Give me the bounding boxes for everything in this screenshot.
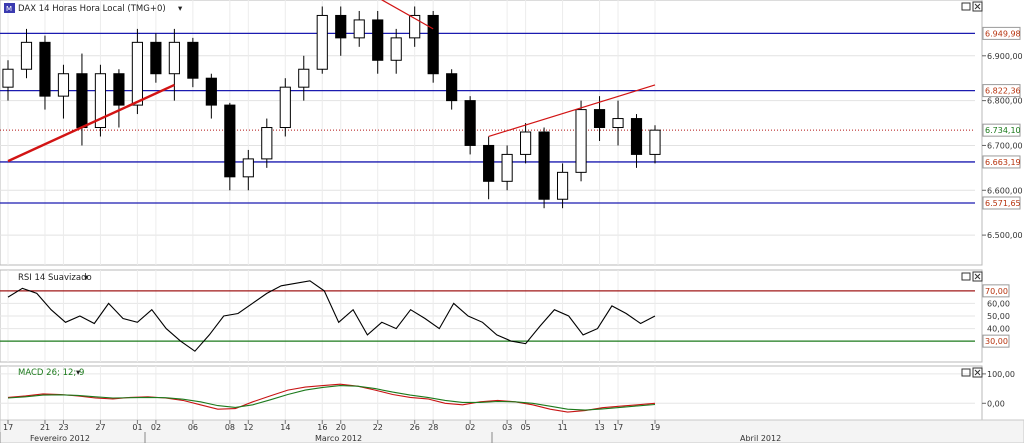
x-tick-label: 02 [465, 423, 475, 432]
x-tick-label: 11 [558, 423, 568, 432]
candle-body [520, 131, 532, 155]
price-tag-label: 6.734,10 [985, 126, 1021, 135]
candle-body [20, 41, 33, 70]
candle-body [372, 19, 384, 61]
candle-body [57, 73, 70, 97]
candle-body [2, 68, 14, 88]
candle-body [298, 68, 310, 88]
x-month-label: Abril 2012 [740, 434, 781, 443]
x-tick-label: 05 [521, 423, 531, 432]
x-tick-label: 17 [3, 423, 13, 432]
candle-body [316, 14, 328, 70]
candle-body [205, 77, 217, 106]
symbol-badge-text: M [6, 5, 12, 13]
y-tick-label: 60,00 [987, 299, 1010, 308]
y-tick-label: 6.700,00 [987, 141, 1023, 150]
x-tick-label: 20 [336, 423, 346, 432]
candle-body [353, 19, 365, 39]
candle-body [593, 109, 606, 129]
x-tick-label: 27 [95, 423, 105, 432]
price-tag-label: 6.571,65 [985, 199, 1021, 208]
rsi-y-axis: 60,00 50,00 40,00 [987, 299, 1010, 333]
macd-title[interactable]: MACD 26; 12; 9 [18, 368, 84, 378]
candle-body [464, 100, 476, 146]
y-tick-label: 6.800,00 [987, 97, 1023, 106]
candle-body [612, 118, 624, 129]
candle-body [187, 41, 199, 79]
rsi-level-tag-label: 30,00 [985, 337, 1008, 346]
candle-body [556, 171, 569, 200]
x-tick-label: 08 [225, 423, 235, 432]
candle-body [501, 153, 513, 182]
y-tick-label: 100,00 [987, 370, 1015, 379]
price-chart-title[interactable]: DAX 14 Horas Hora Local (TMG+0) [18, 4, 166, 14]
macd-panel: 100,00 0,00 MACD 26; 12; 9 ▾ [0, 365, 1015, 421]
y-tick-label: 0,00 [987, 399, 1005, 408]
x-tick-label: 22 [373, 423, 383, 432]
candle-body [630, 118, 643, 155]
candle-body [390, 37, 402, 61]
candle-body [279, 86, 291, 129]
candle-body [649, 129, 661, 155]
candle-body [538, 131, 550, 200]
trading-chart: 6.900,00 6.800,00 6.700,00 6.600,00 6.500,00… [0, 0, 1024, 443]
y-tick-label: 40,00 [987, 325, 1010, 334]
candle-body [335, 14, 347, 39]
x-tick-label: 02 [151, 423, 161, 432]
candle-body [427, 14, 439, 75]
price-tag-label: 6.949,98 [985, 29, 1021, 38]
candle-body [242, 158, 254, 178]
x-tick-label: 19 [650, 423, 660, 432]
x-tick-label: 16 [317, 423, 327, 432]
rsi-level-tag-label: 70,00 [985, 287, 1008, 296]
candle-body [446, 73, 458, 102]
dropdown-arrow-icon[interactable]: ▾ [76, 368, 81, 378]
candle-body [575, 109, 587, 173]
dropdown-arrow-icon[interactable]: ▾ [178, 4, 183, 14]
candle-body [39, 41, 51, 97]
x-tick-label: 06 [188, 423, 198, 432]
time-axis: 17 21 23 27 01 02 06 08 12 14 16 20 22 26 28 02 03 05 11 13… [0, 419, 1024, 443]
candle-body [113, 73, 125, 106]
candle-body [131, 41, 143, 106]
y-tick-label: 6.900,00 [987, 52, 1023, 61]
x-tick-label: 28 [428, 423, 438, 432]
x-tick-label: 17 [613, 423, 623, 432]
x-month-label: Fevereiro 2012 [30, 434, 90, 443]
x-tick-label: 13 [595, 423, 605, 432]
y-tick-label: 6.600,00 [987, 186, 1023, 195]
x-tick-label: 26 [410, 423, 420, 432]
x-tick-label: 21 [40, 423, 50, 432]
candle-body [483, 144, 495, 182]
y-tick-label: 50,00 [987, 312, 1010, 321]
candle-body [224, 104, 236, 178]
x-tick-label: 01 [132, 423, 142, 432]
rsi-panel: 60,00 50,00 40,00 70,00 30,00 RSI 14 Suaviz… [0, 269, 1010, 363]
dropdown-arrow-icon[interactable]: ▾ [84, 273, 89, 283]
x-tick-label: 12 [243, 423, 253, 432]
price-tag-label: 6.663,19 [985, 158, 1021, 167]
candle-body [261, 127, 273, 160]
y-tick-label: 6.500,00 [987, 231, 1023, 240]
x-tick-label: 23 [58, 423, 68, 432]
x-tick-label: 03 [502, 423, 512, 432]
x-month-label: Marco 2012 [315, 434, 362, 443]
candle-body [150, 41, 162, 75]
candle-body [76, 73, 88, 129]
x-tick-label: 14 [280, 423, 290, 432]
price-tag-label: 6.822,36 [985, 87, 1021, 96]
candle-body [168, 41, 180, 75]
price-panel: 6.900,00 6.800,00 6.700,00 6.600,00 6.500,00… [0, 0, 1023, 266]
rsi-title[interactable]: RSI 14 Suavizado [18, 273, 92, 283]
